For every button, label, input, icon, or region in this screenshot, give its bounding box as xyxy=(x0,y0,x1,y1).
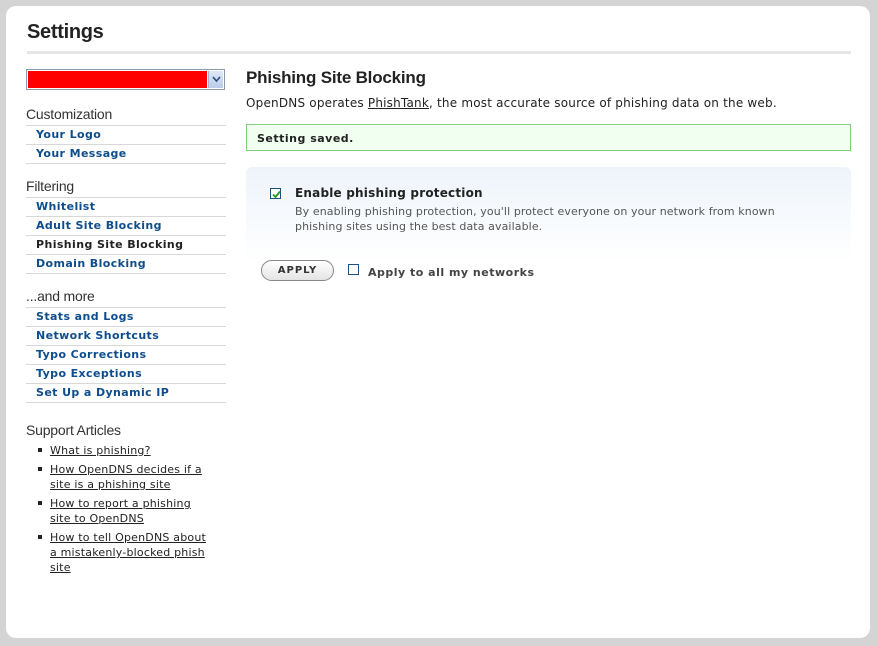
selected-network-value xyxy=(28,71,207,88)
checkmark-icon xyxy=(272,190,281,199)
apply-all-networks-label: Apply to all my networks xyxy=(368,266,535,279)
intro-prefix: OpenDNS operates xyxy=(246,96,368,110)
sidebar-item-stats-and-logs[interactable]: Stats and Logs xyxy=(26,308,226,327)
apply-all-networks-checkbox[interactable] xyxy=(348,264,359,275)
main-content: Phishing Site Blocking OpenDNS operates … xyxy=(246,66,851,281)
support-heading: Support Articles xyxy=(26,422,121,438)
title-divider xyxy=(27,51,851,54)
section-title: Phishing Site Blocking xyxy=(246,68,426,87)
bullet-icon xyxy=(38,467,42,471)
sidebar-item-typo-corrections[interactable]: Typo Corrections xyxy=(26,346,226,365)
list-item: How to report a phishing site to OpenDNS xyxy=(26,496,226,526)
support-link-how-decides[interactable]: How OpenDNS decides if a site is a phish… xyxy=(50,462,210,492)
support-articles: Support Articles What is phishing? How O… xyxy=(26,422,226,579)
sidebar-item-adult-site-blocking[interactable]: Adult Site Blocking xyxy=(26,217,226,236)
phishing-option-box: Enable phishing protection By enabling p… xyxy=(246,167,851,281)
sidebar-filtering: Filtering Whitelist Adult Site Blocking … xyxy=(26,178,226,274)
settings-panel: Settings Customization Your Logo Your Me… xyxy=(6,6,870,638)
sidebar-item-your-logo[interactable]: Your Logo xyxy=(26,126,226,145)
support-link-what-is-phishing[interactable]: What is phishing? xyxy=(50,443,210,458)
support-link-mistakenly-blocked[interactable]: How to tell OpenDNS about a mistakenly-b… xyxy=(50,530,210,575)
support-article-list: What is phishing? How OpenDNS decides if… xyxy=(26,443,226,575)
sidebar-item-whitelist[interactable]: Whitelist xyxy=(26,198,226,217)
sidebar-item-network-shortcuts[interactable]: Network Shortcuts xyxy=(26,327,226,346)
network-select[interactable] xyxy=(26,69,225,90)
enable-phishing-checkbox[interactable] xyxy=(270,188,281,199)
intro-suffix: , the most accurate source of phishing d… xyxy=(428,96,777,110)
bullet-icon xyxy=(38,501,42,505)
list-item: How to tell OpenDNS about a mistakenly-b… xyxy=(26,530,226,575)
support-link-report-phishing[interactable]: How to report a phishing site to OpenDNS xyxy=(50,496,210,526)
sidebar-more: ...and more Stats and Logs Network Short… xyxy=(26,288,226,403)
chevron-down-icon[interactable] xyxy=(208,71,223,88)
sidebar-item-dynamic-ip[interactable]: Set Up a Dynamic IP xyxy=(26,384,226,403)
enable-phishing-label: Enable phishing protection xyxy=(295,186,483,200)
intro-text: OpenDNS operates PhishTank, the most acc… xyxy=(246,96,851,110)
page-title: Settings xyxy=(27,21,104,43)
sidebar-heading: Filtering xyxy=(26,178,226,198)
status-message: Setting saved. xyxy=(246,124,851,151)
phishtank-link[interactable]: PhishTank xyxy=(368,96,429,110)
enable-phishing-description: By enabling phishing protection, you'll … xyxy=(295,205,775,233)
list-item: How OpenDNS decides if a site is a phish… xyxy=(26,462,226,492)
bullet-icon xyxy=(38,535,42,539)
sidebar-item-typo-exceptions[interactable]: Typo Exceptions xyxy=(26,365,226,384)
list-item: What is phishing? xyxy=(26,443,226,458)
sidebar-item-domain-blocking[interactable]: Domain Blocking xyxy=(26,255,226,274)
sidebar-item-phishing-site-blocking[interactable]: Phishing Site Blocking xyxy=(26,236,226,255)
sidebar-customization: Customization Your Logo Your Message xyxy=(26,106,226,164)
sidebar-item-your-message[interactable]: Your Message xyxy=(26,145,226,164)
apply-button[interactable]: APPLY xyxy=(261,260,334,281)
sidebar-heading: ...and more xyxy=(26,288,226,308)
sidebar-heading: Customization xyxy=(26,106,226,126)
bullet-icon xyxy=(38,448,42,452)
